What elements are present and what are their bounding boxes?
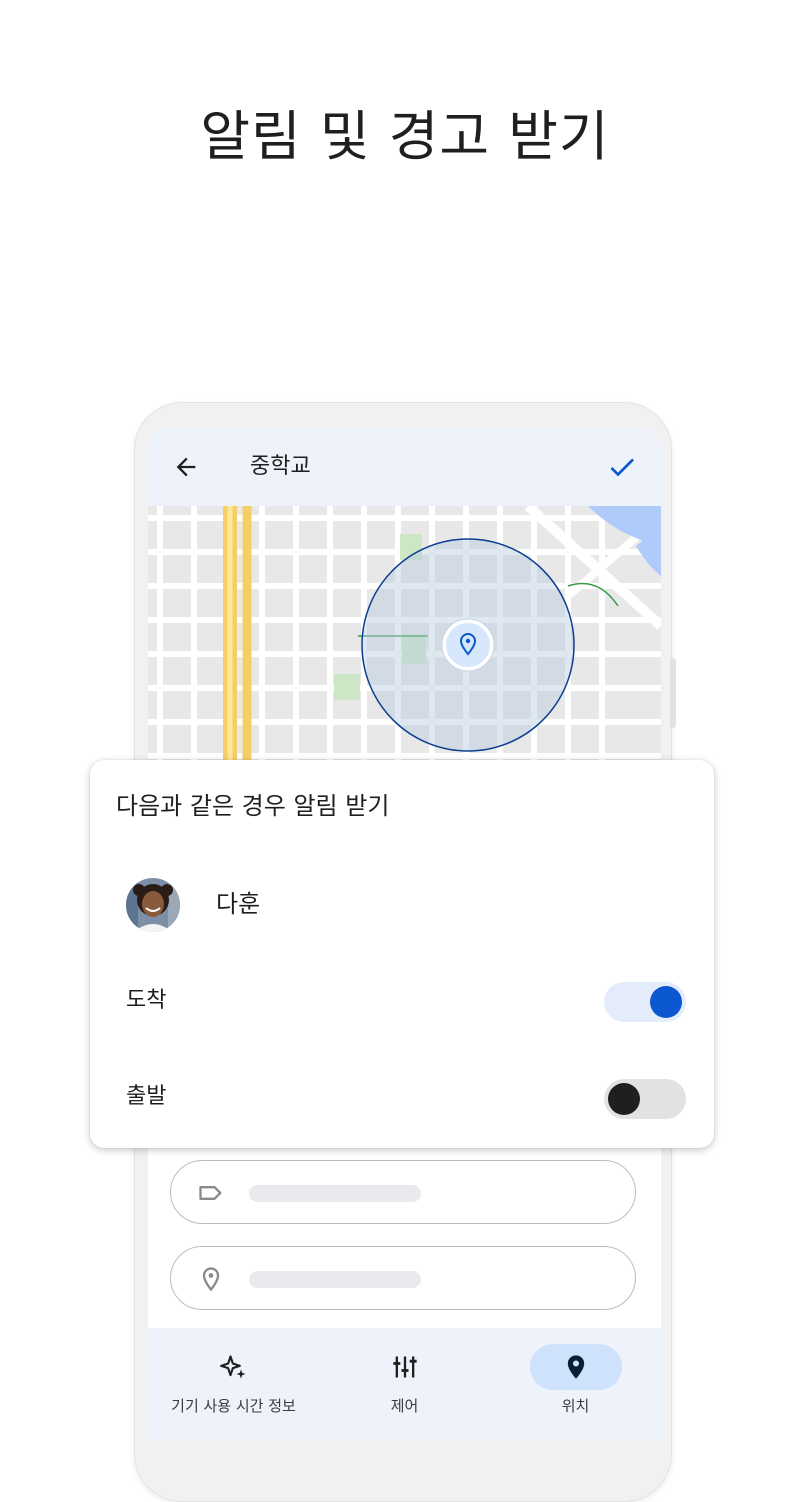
sparkle-icon [219, 1355, 246, 1379]
phone-side-button [670, 658, 676, 728]
toggle-thumb [608, 1083, 640, 1115]
nav-icon-container [188, 1344, 280, 1390]
label-placeholder-bar [249, 1185, 421, 1202]
map-view[interactable] [148, 506, 661, 766]
avatar [126, 878, 180, 932]
location-details [148, 1128, 661, 1328]
label-tag-icon [199, 1186, 222, 1200]
nav-label-location: 위치 [561, 1397, 590, 1415]
app-bar: 중학교 [148, 428, 661, 506]
address-placeholder-bar [249, 1271, 421, 1288]
notification-settings-card: 다음과 같은 경우 알림 받기 다훈 도착 출발 [90, 760, 714, 1148]
arrive-toggle[interactable] [604, 982, 686, 1022]
place-title: 중학교 [250, 454, 311, 479]
nav-item-controls[interactable]: 제어 [319, 1328, 490, 1440]
nav-icon-container-active [529, 1344, 622, 1390]
label-field[interactable] [170, 1160, 636, 1224]
nav-label-controls: 제어 [390, 1397, 419, 1415]
nav-icon-container [359, 1344, 451, 1390]
card-title: 다음과 같은 경우 알림 받기 [116, 792, 390, 820]
depart-label: 출발 [126, 1084, 167, 1109]
arrive-label: 도착 [126, 988, 167, 1013]
bottom-navigation: 기기 사용 시간 정보 제어 위치 [148, 1328, 661, 1440]
nav-label-screen-time: 기기 사용 시간 정보 [171, 1397, 296, 1415]
check-icon[interactable] [606, 451, 638, 483]
nav-item-location[interactable]: 위치 [490, 1328, 661, 1440]
toggle-thumb [650, 986, 682, 1018]
address-field[interactable] [170, 1246, 636, 1310]
location-pin-icon [567, 1355, 584, 1379]
location-outline-icon [202, 1267, 220, 1292]
depart-toggle[interactable] [604, 1079, 686, 1119]
back-arrow-icon[interactable] [172, 453, 200, 481]
page-headline: 알림 및 경고 받기 [200, 105, 610, 168]
tune-icon [392, 1356, 417, 1378]
child-name: 다훈 [216, 890, 261, 918]
nav-item-screen-time[interactable]: 기기 사용 시간 정보 [148, 1328, 319, 1440]
